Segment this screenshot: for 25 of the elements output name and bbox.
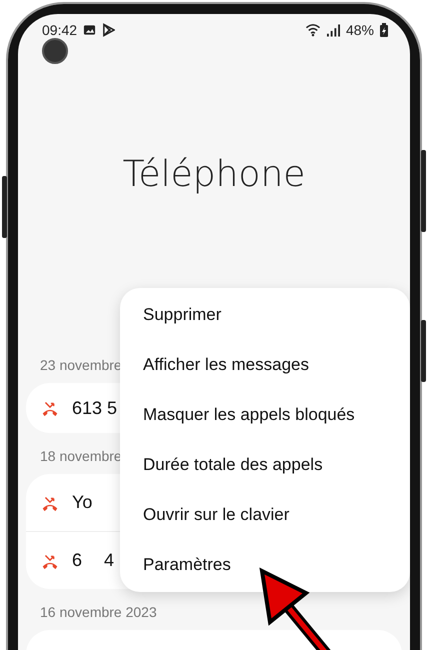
menu-item[interactable]: Supprimer: [120, 290, 410, 340]
caller-name[interactable]: 4: [104, 550, 114, 571]
caller-name[interactable]: 6: [72, 550, 82, 571]
gallery-icon: [83, 24, 96, 36]
menu-item[interactable]: Ouvrir sur le clavier: [120, 490, 410, 540]
wifi-icon: [304, 23, 321, 37]
date-header: 23 novembre: [40, 356, 122, 374]
signal-icon: [326, 24, 340, 36]
menu-item[interactable]: Paramètres: [120, 540, 410, 590]
side-button[interactable]: [421, 150, 426, 232]
status-time: 09:42: [42, 22, 78, 38]
battery-charging-icon: [380, 23, 388, 37]
play-icon: [102, 23, 116, 37]
app-title: Téléphone: [122, 153, 306, 197]
side-button[interactable]: [421, 320, 426, 382]
menu-item[interactable]: Durée totale des appels: [120, 440, 410, 490]
caller-name[interactable]: Yo: [72, 492, 92, 513]
menu-item[interactable]: Masquer les appels bloqués: [120, 390, 410, 440]
floating-button[interactable]: [42, 38, 68, 64]
menu-item[interactable]: Afficher les messages: [120, 340, 410, 390]
caller-name[interactable]: 613 5: [72, 398, 118, 418]
battery-percentage: 48%: [346, 22, 374, 38]
side-button[interactable]: [2, 176, 7, 238]
date-header: 16 novembre 2023: [40, 603, 157, 621]
date-header: 18 novembre: [40, 447, 122, 465]
